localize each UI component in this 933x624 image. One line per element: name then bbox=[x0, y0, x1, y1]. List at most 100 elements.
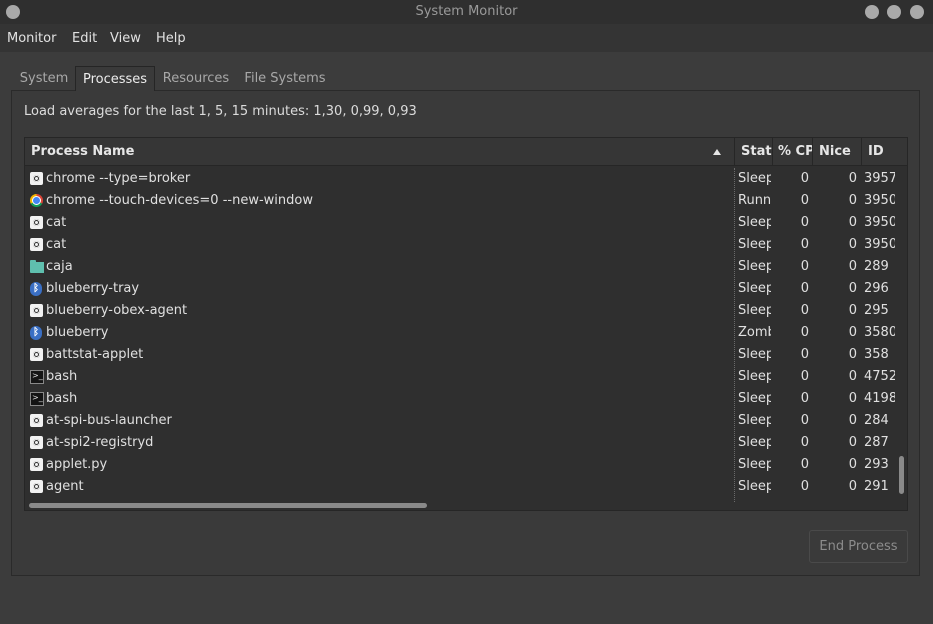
gear-icon bbox=[30, 348, 44, 362]
gear-icon bbox=[30, 304, 44, 318]
table-row[interactable]: cat Sleeping 0 0 3950 bbox=[25, 212, 895, 234]
chrome-icon bbox=[30, 194, 44, 208]
process-cpu: 0 bbox=[800, 413, 809, 428]
process-nice: 0 bbox=[848, 435, 857, 450]
gear-icon bbox=[30, 458, 44, 472]
end-process-button[interactable]: End Process bbox=[809, 530, 908, 563]
terminal-icon: >_ bbox=[30, 392, 44, 406]
process-name: caja bbox=[46, 259, 73, 274]
process-name: cat bbox=[46, 215, 67, 230]
process-list: chrome --type=brokerSleeping003957chrome… bbox=[25, 168, 895, 498]
vertical-scrollbar[interactable] bbox=[899, 456, 904, 494]
process-table[interactable]: Process Name Status % CPU Nice ID chrome… bbox=[24, 137, 908, 511]
process-nice: 0 bbox=[848, 259, 857, 274]
gear-icon bbox=[30, 480, 44, 494]
process-status: Sleeping bbox=[738, 391, 771, 406]
process-id: 295 bbox=[864, 303, 889, 318]
table-row[interactable]: caja Sleeping 0 0 289 bbox=[25, 256, 895, 278]
process-status: Sleeping bbox=[738, 457, 771, 472]
process-status: Sleeping bbox=[738, 413, 771, 428]
process-nice: 0 bbox=[848, 215, 857, 230]
process-name: at-spi-bus-launcher bbox=[46, 413, 172, 428]
table-row[interactable]: agent Sleeping 0 0 291 bbox=[25, 476, 895, 498]
menu-edit[interactable]: Edit bbox=[72, 31, 97, 46]
title-bar[interactable]: System Monitor bbox=[0, 0, 933, 24]
close-window-button[interactable] bbox=[6, 5, 20, 19]
process-cpu: 0 bbox=[800, 237, 809, 252]
process-cpu: 0 bbox=[800, 303, 809, 318]
process-id: 3957 bbox=[864, 171, 895, 186]
process-status: Sleeping bbox=[738, 369, 771, 384]
column-header-cpu[interactable]: % CPU bbox=[772, 138, 812, 166]
load-averages: Load averages for the last 1, 5, 15 minu… bbox=[24, 104, 417, 119]
maximize-window-button[interactable] bbox=[887, 5, 901, 19]
process-status: Sleeping bbox=[738, 479, 771, 494]
process-id: 4198 bbox=[864, 391, 895, 406]
process-nice: 0 bbox=[848, 369, 857, 384]
table-row[interactable]: chrome --touch-devices=0 --new-window Run… bbox=[25, 190, 895, 212]
process-cpu: 0 bbox=[800, 435, 809, 450]
process-cpu: 0 bbox=[800, 457, 809, 472]
table-row[interactable]: >_bash Sleeping 0 0 4198 bbox=[25, 388, 895, 410]
table-row[interactable]: applet.py Sleeping 0 0 293 bbox=[25, 454, 895, 476]
column-header-process-name[interactable]: Process Name bbox=[25, 138, 734, 166]
tab-bar: System Processes Resources File Systems bbox=[12, 66, 922, 91]
process-nice: 0 bbox=[848, 325, 857, 340]
table-row[interactable]: cat Sleeping 0 0 3950 bbox=[25, 234, 895, 256]
table-row[interactable]: blueberry-obex-agent Sleeping 0 0 295 bbox=[25, 300, 895, 322]
process-id: 3950 bbox=[864, 193, 895, 208]
tab-processes[interactable]: Processes bbox=[75, 66, 155, 91]
process-status: Sleeping bbox=[738, 435, 771, 450]
close-button[interactable] bbox=[910, 5, 924, 19]
process-cpu: 0 bbox=[800, 347, 809, 362]
process-id: 293 bbox=[864, 457, 889, 472]
table-row[interactable]: >_bash Sleeping 0 0 4752 bbox=[25, 366, 895, 388]
process-nice: 0 bbox=[848, 457, 857, 472]
table-row[interactable]: ᛒblueberry-tray Sleeping 0 0 296 bbox=[25, 278, 895, 300]
process-status: Sleeping bbox=[738, 303, 771, 318]
process-cpu: 0 bbox=[800, 281, 809, 296]
process-nice: 0 bbox=[848, 303, 857, 318]
process-status: Sleeping bbox=[738, 259, 771, 274]
tab-system[interactable]: System bbox=[12, 66, 76, 91]
process-nice: 0 bbox=[848, 391, 857, 406]
process-status: Sleeping bbox=[738, 237, 771, 252]
process-id: 287 bbox=[864, 435, 889, 450]
menu-help[interactable]: Help bbox=[156, 31, 186, 46]
column-header-nice[interactable]: Nice bbox=[812, 138, 861, 166]
process-status: Zombie bbox=[738, 325, 771, 340]
column-header-status[interactable]: Status bbox=[734, 138, 772, 166]
process-cpu: 0 bbox=[800, 325, 809, 340]
process-cpu: 0 bbox=[800, 479, 809, 494]
process-id: 4752 bbox=[864, 369, 895, 384]
menu-view[interactable]: View bbox=[110, 31, 141, 46]
tab-file-systems[interactable]: File Systems bbox=[238, 66, 332, 91]
table-row[interactable]: chrome --type=broker Sleeping 0 0 3957 bbox=[25, 168, 895, 190]
sort-ascending-icon bbox=[713, 149, 721, 155]
process-nice: 0 bbox=[848, 281, 857, 296]
column-header-id[interactable]: ID bbox=[861, 138, 896, 166]
process-status: Sleeping bbox=[738, 347, 771, 362]
table-row[interactable]: battstat-applet Sleeping 0 0 358 bbox=[25, 344, 895, 366]
minimize-window-button[interactable] bbox=[865, 5, 879, 19]
table-row[interactable]: at-spi-bus-launcher Sleeping 0 0 284 bbox=[25, 410, 895, 432]
process-name: blueberry-obex-agent bbox=[46, 303, 188, 318]
process-nice: 0 bbox=[848, 171, 857, 186]
process-id: 289 bbox=[864, 259, 889, 274]
process-nice: 0 bbox=[848, 479, 857, 494]
gear-icon bbox=[30, 414, 44, 428]
table-row[interactable]: ᛒblueberry Zombie 0 0 3580 bbox=[25, 322, 895, 344]
process-name: bash bbox=[46, 391, 78, 406]
gear-icon bbox=[30, 238, 44, 252]
horizontal-scrollbar[interactable] bbox=[29, 503, 427, 508]
folder-icon bbox=[30, 260, 44, 274]
process-cpu: 0 bbox=[800, 171, 809, 186]
process-nice: 0 bbox=[848, 413, 857, 428]
gear-icon bbox=[30, 172, 44, 186]
process-id: 296 bbox=[864, 281, 889, 296]
menu-bar: Monitor Edit View Help bbox=[0, 24, 933, 52]
table-row[interactable]: at-spi2-registryd Sleeping 0 0 287 bbox=[25, 432, 895, 454]
terminal-icon: >_ bbox=[30, 370, 44, 384]
tab-resources[interactable]: Resources bbox=[157, 66, 235, 91]
menu-monitor[interactable]: Monitor bbox=[7, 31, 56, 46]
